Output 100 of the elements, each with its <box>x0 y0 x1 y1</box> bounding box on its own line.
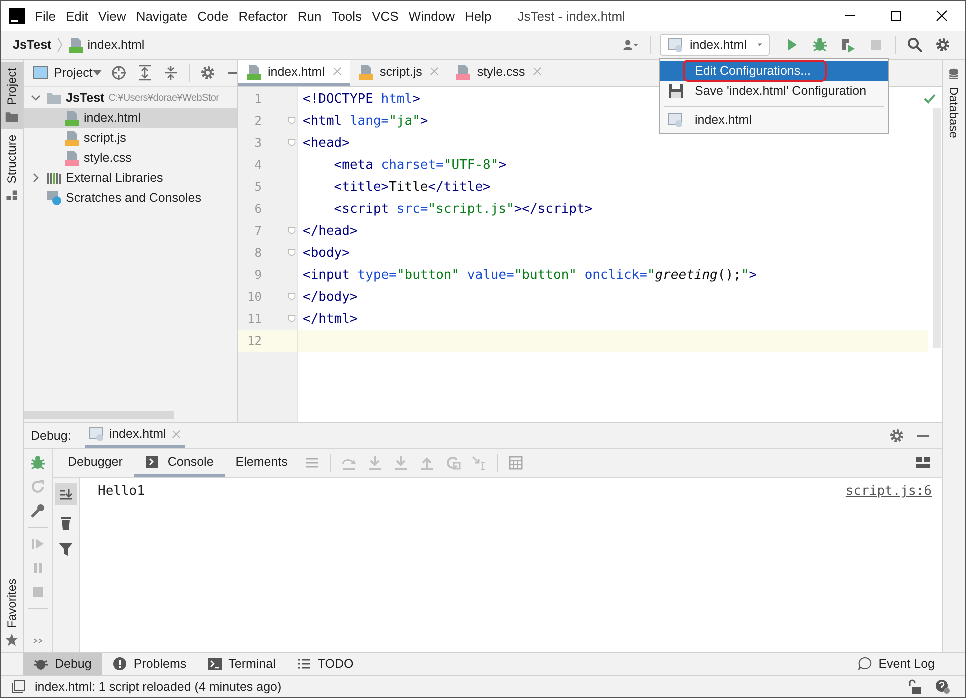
breadcrumb[interactable]: index.html <box>88 38 145 52</box>
tree-item[interactable]: script.js <box>24 128 237 148</box>
scroll-to-end-icon[interactable] <box>55 483 77 505</box>
menu-item[interactable]: Refactor <box>238 8 288 24</box>
tool-window-button[interactable]: Problems <box>102 653 197 675</box>
tree-item[interactable]: JsTest C:¥Users¥dorae¥WebStor <box>24 88 237 108</box>
menu-item[interactable]: Code <box>198 8 229 24</box>
file-icon <box>455 64 472 80</box>
code-line: <title>Title</title> <box>333 180 491 194</box>
menu-item[interactable]: File <box>35 8 56 24</box>
fold-icon[interactable] <box>288 117 296 125</box>
tool-window-button[interactable]: TODO <box>286 653 364 675</box>
tool-window-button[interactable]: Debug <box>23 653 102 675</box>
step-into-icon[interactable] <box>392 455 409 471</box>
scrollbar[interactable] <box>933 108 941 348</box>
settings-icon[interactable] <box>889 428 905 444</box>
menu-item[interactable]: Navigate <box>136 8 188 24</box>
run-to-cursor-icon[interactable] <box>470 455 487 471</box>
editor-tab[interactable]: script.js <box>350 60 448 86</box>
folder-icon <box>5 110 19 124</box>
code-line: <body> <box>303 246 350 260</box>
menu-item[interactable]: Edit <box>66 8 88 24</box>
code-line: <input type="button" value="button" onclick="greeting();"> <box>303 268 758 282</box>
status-message: index.html: 1 script reloaded (4 minutes ago) <box>35 680 282 694</box>
tool-window-button[interactable]: Terminal <box>196 653 286 675</box>
trash-icon[interactable] <box>58 515 74 531</box>
menu-item[interactable]: Window <box>408 8 456 24</box>
tree-item[interactable]: Scratches and Consoles <box>24 188 237 208</box>
database-icon <box>947 68 961 82</box>
menu-item[interactable]: index.html <box>660 110 888 130</box>
menu-item[interactable]: Help <box>465 8 492 24</box>
maximize-icon[interactable] <box>890 10 902 22</box>
fold-icon[interactable] <box>288 315 296 323</box>
debug-tab[interactable]: Elements <box>224 449 299 477</box>
calculator-icon[interactable] <box>508 455 524 471</box>
file-icon <box>64 110 80 126</box>
wrench-icon[interactable] <box>30 503 46 519</box>
editor-tab[interactable]: index.html <box>238 60 350 86</box>
line-number: 8 <box>254 246 262 260</box>
view-selector[interactable]: Project <box>54 66 102 80</box>
session-tab[interactable]: index.html <box>85 423 186 448</box>
tool-window-tab[interactable]: Structure <box>1 129 23 208</box>
step-out-icon[interactable] <box>418 455 435 471</box>
filter-icon[interactable] <box>58 541 74 557</box>
scrollbar[interactable] <box>24 411 174 419</box>
line-number: 10 <box>246 290 262 304</box>
debug-tab[interactable]: Debugger <box>57 449 134 477</box>
menu-item[interactable]: Edit Configurations... <box>660 61 888 81</box>
help-icon[interactable] <box>935 678 951 694</box>
line-number: 2 <box>254 114 262 128</box>
tree-item[interactable]: External Libraries <box>24 168 237 188</box>
step-into-icon[interactable] <box>366 455 383 471</box>
settings-icon[interactable] <box>200 65 216 81</box>
source-link[interactable]: script.js:6 <box>846 484 932 499</box>
locate-icon[interactable] <box>110 65 127 81</box>
lock-icon[interactable] <box>907 678 923 694</box>
line-number: 4 <box>254 158 262 172</box>
tool-window-tab[interactable]: Database <box>943 62 965 144</box>
tool-window-tab[interactable]: Project <box>1 62 23 130</box>
save-icon <box>668 83 684 99</box>
panel-toggle-icon[interactable] <box>11 678 27 694</box>
menu-item[interactable]: View <box>98 8 126 24</box>
stop-icon[interactable] <box>30 584 46 600</box>
tree-item[interactable]: style.css <box>24 148 237 168</box>
layout-icon[interactable] <box>915 455 931 471</box>
resume-icon[interactable] <box>30 536 46 552</box>
editor-tab[interactable]: style.css <box>447 60 550 86</box>
line-number: 1 <box>254 92 262 106</box>
stop-icon[interactable] <box>868 37 884 53</box>
file-icon <box>64 150 80 166</box>
menu-item[interactable]: Run <box>298 8 322 24</box>
file-icon <box>246 64 262 80</box>
tool-window-tab[interactable]: Favorites <box>1 572 23 652</box>
menu-item[interactable]: Save 'index.html' Configuration <box>660 81 888 101</box>
expand-all-icon[interactable] <box>136 65 153 81</box>
library-icon <box>46 170 62 186</box>
debug-icon[interactable] <box>30 455 46 471</box>
fold-icon[interactable] <box>288 293 296 301</box>
search-icon[interactable] <box>907 37 923 53</box>
exclamation-icon <box>112 656 128 672</box>
menu-icon[interactable] <box>304 455 320 471</box>
fold-icon[interactable] <box>288 139 296 147</box>
breadcrumb[interactable]: JsTest <box>13 38 52 52</box>
run-configuration-dropdown[interactable]: index.html <box>660 34 770 56</box>
code-line: <meta charset="UTF-8"> <box>333 158 507 172</box>
close-icon[interactable] <box>936 10 948 22</box>
coverage-icon[interactable] <box>840 37 856 53</box>
scratch-icon <box>46 190 62 206</box>
collapse-all-icon[interactable] <box>162 65 179 81</box>
menu-item[interactable]: VCS <box>372 8 399 24</box>
folder-icon <box>46 90 62 106</box>
fold-icon[interactable] <box>288 227 296 235</box>
menu-item[interactable]: Tools <box>332 8 362 24</box>
fold-icon[interactable] <box>288 249 296 257</box>
rerun-icon[interactable] <box>30 479 46 495</box>
restart-frame-icon[interactable] <box>444 455 461 471</box>
tree-item[interactable]: index.html <box>24 108 237 128</box>
debug-icon[interactable] <box>812 37 828 53</box>
settings-icon[interactable] <box>935 37 951 53</box>
event-log-button[interactable]: Event Log <box>846 653 945 675</box>
